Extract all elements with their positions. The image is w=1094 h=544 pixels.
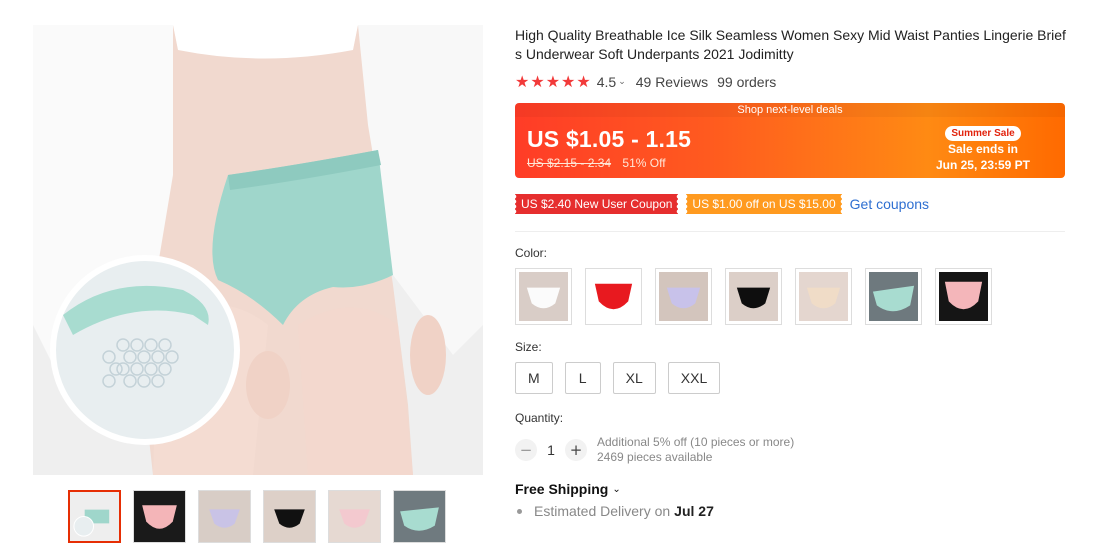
rating-value[interactable]: 4.5 [597,74,616,90]
bullet-icon [517,508,522,514]
bulk-discount-note: Additional 5% off (10 pieces or more) [597,435,795,449]
sale-ends-label: Sale ends in [947,142,1019,156]
product-main-image[interactable] [33,25,483,475]
rating-stars[interactable]: ★ ★ ★ ★ ★ [515,74,591,90]
color-swatch-pink[interactable] [935,268,992,325]
deal-banner-header: Shop next-level deals [515,103,1065,117]
get-coupons-link[interactable]: Get coupons [850,196,929,212]
store-coupon[interactable]: US $1.00 off on US $15.00 [685,194,842,214]
thumbnail-4[interactable] [263,490,316,543]
summer-sale-badge: Summer Sale [945,126,1021,141]
quantity-info: Additional 5% off (10 pieces or more) 24… [597,435,794,465]
color-swatch-lavender[interactable] [655,268,712,325]
deal-banner[interactable]: Shop next-level deals US $1.05 - 1.15 US… [515,103,1065,178]
quantity-input[interactable]: 1 [537,442,565,458]
size-label: Size: [515,340,542,354]
star-icon: ★ [576,72,591,91]
chevron-down-icon[interactable]: ⌄ [618,77,626,87]
quantity-increase-button[interactable]: + [565,439,587,461]
size-options: M L XL XXL [515,362,1067,394]
original-price-row: US $2.15 - 2.34 51% Off [527,156,666,170]
color-swatch-red[interactable] [585,268,642,325]
quantity-label: Quantity: [515,411,564,425]
quantity-decrease-button[interactable]: − [515,439,537,461]
product-title: High Quality Breathable Ice Silk Seamles… [515,27,1066,62]
size-option-xl[interactable]: XL [612,362,656,394]
free-shipping-toggle[interactable]: Free Shipping ⌄ [515,481,1067,497]
sale-ends-time: Jun 25, 23:59 PT [935,158,1031,172]
color-swatches [515,268,1067,325]
star-icon: ★ [561,72,576,91]
thumbnail-strip [68,490,446,543]
sale-price: US $1.05 - 1.15 [527,126,692,152]
quantity-stepper: − 1 + Additional 5% off (10 pieces or mo… [515,435,1067,465]
reviews-link[interactable]: 49 Reviews [636,74,708,90]
orders-count: 99 orders [717,74,777,90]
color-swatch-mint[interactable] [865,268,922,325]
discount-percent: 51% Off [622,156,666,170]
color-swatch-beige[interactable] [795,268,852,325]
color-swatch-black[interactable] [725,268,782,325]
chevron-down-icon: ⌄ [612,483,621,495]
pieces-available: 2469 pieces available [597,450,713,464]
delivery-date: Jul 27 [674,503,714,519]
coupons-row: US $2.40 New User Coupon US $1.00 off on… [513,193,1067,215]
divider [515,231,1065,232]
sale-countdown: Summer Sale Sale ends in Jun 25, 23:59 P… [933,123,1033,173]
star-icon: ★ [530,72,545,91]
new-user-coupon[interactable]: US $2.40 New User Coupon [513,194,679,214]
thumbnail-3[interactable] [198,490,251,543]
estimated-delivery: Estimated Delivery on Jul 27 [515,503,1067,519]
product-info: High Quality Breathable Ice Silk Seamles… [513,26,1067,519]
thumbnail-2[interactable] [133,490,186,543]
star-icon: ★ [515,72,530,91]
color-label: Color: [515,246,548,260]
rating-row: ★ ★ ★ ★ ★ 4.5 ⌄ 49 Reviews 99 orders [515,73,1067,91]
thumbnail-5[interactable] [328,490,381,543]
original-price: US $2.15 - 2.34 [527,156,612,170]
thumbnail-6[interactable] [393,490,446,543]
delivery-label: Estimated Delivery on [534,503,671,519]
size-option-m[interactable]: M [515,362,553,394]
star-icon: ★ [545,72,561,91]
size-option-xxl[interactable]: XXL [667,362,721,394]
free-shipping-title: Free Shipping [515,481,609,497]
thumbnail-1[interactable] [68,490,121,543]
size-option-l[interactable]: L [564,362,601,394]
color-swatch-white[interactable] [515,268,572,325]
